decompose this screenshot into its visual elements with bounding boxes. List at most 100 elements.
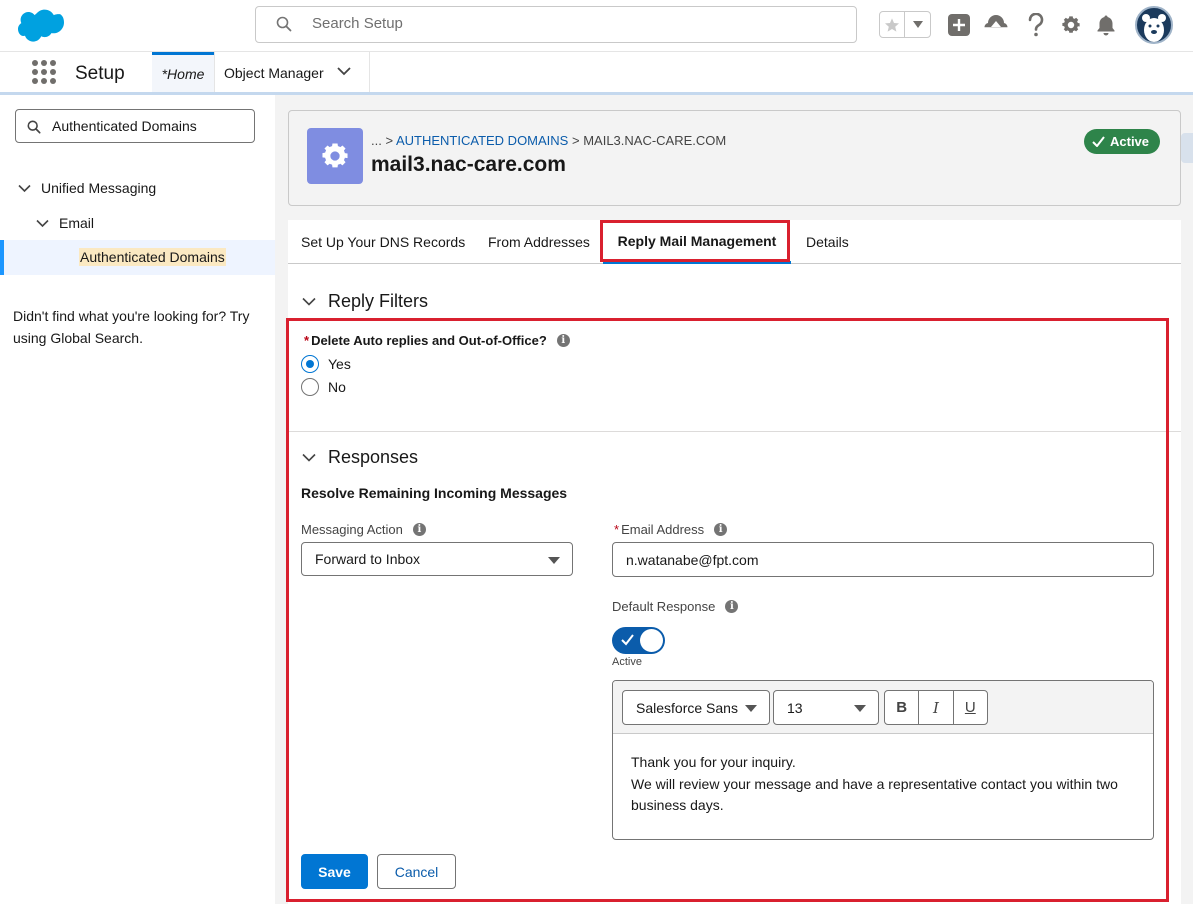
breadcrumb: ... > AUTHENTICATED DOMAINS > MAIL3.NAC-… <box>371 133 726 148</box>
caret-down-icon <box>548 557 560 564</box>
chevron-down-icon[interactable] <box>36 219 49 228</box>
section-divider <box>288 431 1181 432</box>
toggle-knob <box>640 629 663 652</box>
info-icon[interactable]: i <box>412 523 426 536</box>
tab-dns-records[interactable]: Set Up Your DNS Records <box>301 220 465 264</box>
radio-option-yes[interactable]: Yes <box>301 355 351 373</box>
global-search[interactable] <box>255 6 857 43</box>
radio-button[interactable] <box>301 378 319 396</box>
avatar-bear-icon <box>1142 14 1166 42</box>
global-header <box>0 0 1193 52</box>
reply-filters-title: Reply Filters <box>328 291 429 311</box>
tab-reply-mail-management[interactable]: Reply Mail Management <box>603 220 791 264</box>
email-address-value: n.watanabe@fpt.com <box>626 551 759 568</box>
chevron-down-icon <box>302 297 316 306</box>
radio-button-selected[interactable] <box>301 355 319 373</box>
resolve-messages-heading: Resolve Remaining Incoming Messages <box>301 485 568 501</box>
quick-find[interactable] <box>15 109 255 143</box>
responses-title: Responses <box>328 447 419 467</box>
breadcrumb-ellipsis[interactable]: ... <box>371 133 382 148</box>
chevron-down-icon <box>302 453 316 462</box>
page-title: mail3.nac-care.com <box>371 153 566 176</box>
status-badge: Active <box>1084 129 1161 154</box>
trailhead-button[interactable] <box>984 13 1008 37</box>
delete-auto-replies-label: * Delete Auto replies and Out-of-Office?… <box>304 333 570 348</box>
tab-from-addresses[interactable]: From Addresses <box>488 220 590 264</box>
default-response-editor: Salesforce Sans 13 B I U Thank you for y… <box>612 680 1154 840</box>
responses-section-header[interactable]: Responses <box>302 447 418 468</box>
breadcrumb-separator: > <box>385 133 394 148</box>
sidebar-item-label: Email <box>59 215 95 231</box>
notifications-button[interactable] <box>1094 13 1118 37</box>
email-address-field[interactable]: n.watanabe@fpt.com <box>612 542 1154 577</box>
reply-filters-section-header[interactable]: Reply Filters <box>302 291 428 312</box>
sidebar-item-authenticated-domains[interactable]: Authenticated Domains <box>0 240 275 275</box>
radio-option-no[interactable]: No <box>301 378 346 396</box>
side-panel-handle[interactable] <box>1181 133 1193 163</box>
font-size-select[interactable]: 13 <box>773 690 879 725</box>
favorites-dropdown-button[interactable] <box>905 12 930 37</box>
setup-tree-sidebar: Unified Messaging Email Authenticated Do… <box>0 95 275 904</box>
email-address-label-text: Email Address <box>621 522 705 537</box>
quick-find-input[interactable] <box>52 118 247 134</box>
email-address-label: * Email Address i <box>614 522 728 537</box>
font-family-value: Salesforce Sans <box>636 699 738 716</box>
default-response-label-text: Default Response <box>612 599 716 614</box>
editor-body[interactable]: Thank you for your inquiry. We will revi… <box>631 752 1141 817</box>
messaging-action-label-text: Messaging Action <box>301 522 403 537</box>
radio-label-yes: Yes <box>328 356 351 372</box>
app-name: Setup <box>75 63 125 84</box>
bold-button[interactable]: B <box>885 691 920 724</box>
font-family-select[interactable]: Salesforce Sans <box>622 690 770 725</box>
search-input[interactable] <box>312 15 812 32</box>
messaging-action-label: Messaging Action i <box>301 522 426 537</box>
check-icon <box>1092 136 1105 147</box>
tab-details[interactable]: Details <box>806 220 849 264</box>
save-button[interactable]: Save <box>301 854 368 889</box>
info-icon[interactable]: i <box>714 523 728 536</box>
tab-home[interactable]: *Home <box>152 52 214 93</box>
info-icon[interactable]: i <box>725 600 739 613</box>
italic-button[interactable]: I <box>919 691 954 724</box>
favorites-group <box>879 11 931 38</box>
info-icon[interactable]: i <box>556 334 570 347</box>
cancel-button[interactable]: Cancel <box>377 854 456 889</box>
chevron-down-icon[interactable] <box>337 66 351 76</box>
sidebar-item-unified-messaging[interactable]: Unified Messaging <box>18 180 156 196</box>
app-launcher-icon[interactable] <box>32 60 56 84</box>
search-icon <box>276 16 292 32</box>
tab-object-manager[interactable]: Object Manager <box>214 52 370 93</box>
chevron-down-icon[interactable] <box>18 184 31 193</box>
required-marker: * <box>304 333 310 348</box>
delete-auto-replies-question: Delete Auto replies and Out-of-Office? <box>311 333 547 348</box>
gear-icon <box>322 143 348 168</box>
sidebar-item-email[interactable]: Email <box>36 215 94 231</box>
salesforce-logo[interactable] <box>18 8 64 42</box>
record-tabs: Set Up Your DNS Records From Addresses R… <box>288 220 1181 264</box>
default-response-toggle[interactable] <box>612 627 665 654</box>
messaging-action-select[interactable]: Forward to Inbox <box>301 542 573 576</box>
tab-object-manager-label: Object Manager <box>224 64 324 81</box>
toggle-state-label: Active <box>612 656 642 668</box>
user-avatar[interactable] <box>1135 6 1173 44</box>
editor-line: We will review your message and have a r… <box>631 775 1118 814</box>
editor-toolbar: Salesforce Sans 13 B I U <box>613 681 1153 734</box>
help-icon <box>1028 13 1044 37</box>
add-icon <box>948 14 970 36</box>
required-marker: * <box>614 522 620 537</box>
global-actions-button[interactable] <box>947 13 971 37</box>
record-page-header: ... > AUTHENTICATED DOMAINS > MAIL3.NAC-… <box>288 110 1181 206</box>
breadcrumb-separator: > <box>571 133 580 148</box>
breadcrumb-link-authenticated-domains[interactable]: AUTHENTICATED DOMAINS <box>396 133 568 148</box>
sidebar-item-label: Authenticated Domains <box>79 248 226 266</box>
star-icon <box>885 17 899 32</box>
favorites-star-button[interactable] <box>880 12 905 37</box>
trailhead-icon <box>984 15 1008 28</box>
underline-button[interactable]: U <box>954 691 987 724</box>
caret-down-icon <box>912 20 923 28</box>
format-button-group: B I U <box>884 690 988 725</box>
help-button[interactable] <box>1024 13 1048 37</box>
setup-record-icon <box>307 128 363 184</box>
setup-gear-button[interactable] <box>1059 13 1083 37</box>
search-icon <box>27 120 41 134</box>
